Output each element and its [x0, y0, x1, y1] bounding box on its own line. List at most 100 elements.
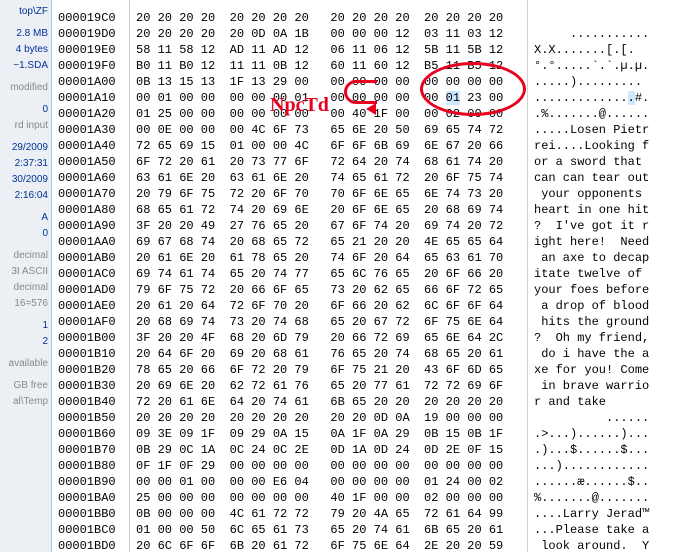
value-zero-2: 0 — [0, 226, 48, 242]
hex-row[interactable]: 00 00 01 00 00 00 E6 04 00 00 00 00 01 2… — [136, 474, 521, 490]
hex-row[interactable]: 0F 1F 0F 29 00 00 00 00 00 00 00 00 00 0… — [136, 458, 521, 474]
address-cell: 00001AB0 — [58, 250, 123, 266]
info-sidebar: top\ZF 2.8 MB 4 bytes ~1.SDA modified 0 … — [0, 0, 52, 552]
ascii-row[interactable]: hits the ground — [534, 314, 693, 330]
ascii-row[interactable]: °.°.....`.`.µ.µ. — [534, 58, 693, 74]
available-label: available — [0, 356, 48, 372]
ascii-row[interactable]: ? Oh my friend, — [534, 330, 693, 346]
address-cell: 00001B00 — [58, 330, 123, 346]
ascii-row[interactable]: do i have the a — [534, 346, 693, 362]
address-cell: 00001B20 — [58, 362, 123, 378]
calc-label: 16=576 — [0, 296, 48, 312]
ascii-row[interactable]: itate twelve of — [534, 266, 693, 282]
decimal-label: decimal — [0, 248, 48, 264]
address-cell: 00001A80 — [58, 202, 123, 218]
hex-row[interactable]: 0B 29 0C 1A 0C 24 0C 2E 0D 1A 0D 24 0D 2… — [136, 442, 521, 458]
address-cell: 000019F0 — [58, 58, 123, 74]
ascii-row[interactable]: can can tear out — [534, 170, 693, 186]
address-cell: 000019E0 — [58, 42, 123, 58]
ascii-row[interactable] — [534, 10, 693, 26]
address-cell: 00001A40 — [58, 138, 123, 154]
ascii-row[interactable]: ..............#. — [534, 90, 693, 106]
ascii-row[interactable]: in brave warrio — [534, 378, 693, 394]
ascii-row[interactable]: an axe to decap — [534, 250, 693, 266]
hex-row[interactable]: 3F 20 20 49 27 76 65 20 67 6F 74 20 69 7… — [136, 218, 521, 234]
temp-label: al\Temp — [0, 394, 48, 410]
hex-row[interactable]: 20 79 6F 75 72 20 6F 70 70 6F 6E 65 6E 7… — [136, 186, 521, 202]
modified-label: modified — [0, 80, 48, 96]
address-column[interactable]: 000019C0000019D0000019E0000019F000001A00… — [52, 0, 130, 552]
hex-row[interactable]: 72 65 69 15 01 00 00 4C 6F 6F 6B 69 6E 6… — [136, 138, 521, 154]
ascii-row[interactable]: ...)............ — [534, 458, 693, 474]
file-name: ~1.SDA — [0, 58, 48, 74]
hex-row[interactable]: 20 20 20 20 20 20 20 20 20 20 0D 0A 19 0… — [136, 410, 521, 426]
hex-column[interactable]: NpcTd 20 20 20 20 20 20 20 20 20 20 20 2… — [130, 0, 528, 552]
address-cell: 00001A20 — [58, 106, 123, 122]
address-cell: 00001AA0 — [58, 234, 123, 250]
ascii-row[interactable]: %.......@....... — [534, 490, 693, 506]
hex-editor-view: top\ZF 2.8 MB 4 bytes ~1.SDA modified 0 … — [0, 0, 699, 552]
address-cell: 00001B40 — [58, 394, 123, 410]
hex-row[interactable]: 69 74 61 74 65 20 74 77 65 6C 76 65 20 6… — [136, 266, 521, 282]
ascii-row[interactable]: .%.......@...... — [534, 106, 693, 122]
annotation-text: NpcTd — [270, 94, 329, 117]
hex-row[interactable]: 09 3E 09 1F 09 29 0A 15 0A 1F 0A 29 0B 1… — [136, 426, 521, 442]
ascii-row[interactable]: rei....Looking f — [534, 138, 693, 154]
ascii-row[interactable]: xe for you! Come — [534, 362, 693, 378]
ascii-row[interactable]: heart in one hit — [534, 202, 693, 218]
hex-row[interactable]: 25 00 00 00 00 00 00 00 40 1F 00 00 02 0… — [136, 490, 521, 506]
ascii-row[interactable]: r and take — [534, 394, 693, 410]
ascii-row[interactable]: .....)......... — [534, 74, 693, 90]
ascii-row[interactable]: ? I've got it r — [534, 218, 693, 234]
ascii-row[interactable]: ...... — [534, 410, 693, 426]
hex-row[interactable]: 3F 20 20 4F 68 20 6D 79 20 66 72 69 65 6… — [136, 330, 521, 346]
annotation-arrow — [344, 80, 377, 104]
ascii-row[interactable]: ....Larry Jerad™ — [534, 506, 693, 522]
ascii-row[interactable]: a drop of blood — [534, 298, 693, 314]
selected-ascii: . — [628, 91, 635, 105]
hex-row[interactable]: 63 61 6E 20 63 61 6E 20 74 65 61 72 20 6… — [136, 170, 521, 186]
hex-row[interactable]: 69 67 68 74 20 68 65 72 65 21 20 20 4E 6… — [136, 234, 521, 250]
hex-row[interactable]: 00 0E 00 00 00 4C 6F 73 65 6E 20 50 69 6… — [136, 122, 521, 138]
hex-row[interactable]: 0B 00 00 00 4C 61 72 72 79 20 4A 65 72 6… — [136, 506, 521, 522]
time-1: 2:37:31 — [0, 156, 48, 172]
hex-row[interactable]: 72 20 61 6E 64 20 74 61 6B 65 20 20 20 2… — [136, 394, 521, 410]
hex-row[interactable]: 20 61 20 64 72 6F 70 20 6F 66 20 62 6C 6… — [136, 298, 521, 314]
address-cell: 00001A50 — [58, 154, 123, 170]
hex-row[interactable]: 20 64 6F 20 69 20 68 61 76 65 20 74 68 6… — [136, 346, 521, 362]
hex-row[interactable]: 20 68 69 74 73 20 74 68 65 20 67 72 6F 7… — [136, 314, 521, 330]
hex-row[interactable]: 20 20 20 20 20 20 20 20 20 20 20 20 20 2… — [136, 10, 521, 26]
hex-row[interactable]: 58 11 58 12 AD 11 AD 12 06 11 06 12 5B 1… — [136, 42, 521, 58]
ascii-row[interactable]: ight here! Need — [534, 234, 693, 250]
ascii-row[interactable]: .>...)......)... — [534, 426, 693, 442]
ascii-row[interactable]: ...Please take a — [534, 522, 693, 538]
hex-row[interactable]: 68 65 61 72 74 20 69 6E 20 6F 6E 65 20 6… — [136, 202, 521, 218]
hex-row[interactable]: 6F 72 20 61 20 73 77 6F 72 64 20 74 68 6… — [136, 154, 521, 170]
hex-row[interactable]: 20 20 20 20 20 0D 0A 1B 00 00 00 12 03 1… — [136, 26, 521, 42]
ascii-row[interactable]: your opponents — [534, 186, 693, 202]
address-cell: 00001A10 — [58, 90, 123, 106]
ascii-row[interactable]: ........... — [534, 26, 693, 42]
ascii-row[interactable]: X.X.­.­.....[.[. — [534, 42, 693, 58]
hex-row[interactable]: 78 65 20 66 6F 72 20 79 6F 75 21 20 43 6… — [136, 362, 521, 378]
decimal-label-2: decimal — [0, 280, 48, 296]
hex-row[interactable]: 20 61 6E 20 61 78 65 20 74 6F 20 64 65 6… — [136, 250, 521, 266]
address-cell: 000019C0 — [58, 10, 123, 26]
address-cell: 00001B30 — [58, 378, 123, 394]
ascii-row[interactable]: or a sword that — [534, 154, 693, 170]
file-path: top\ZF — [0, 4, 48, 20]
date-1: 29/2009 — [0, 140, 48, 156]
ascii-column[interactable]: ...........X.X.­.­.....[.[.°.°.....`.`.µ… — [528, 0, 699, 552]
hex-row[interactable]: 01 00 00 50 6C 65 61 73 65 20 74 61 6B 6… — [136, 522, 521, 538]
ascii-row[interactable]: .)...$......$... — [534, 442, 693, 458]
hex-row[interactable]: 79 6F 75 72 20 66 6F 65 73 20 62 65 66 6… — [136, 282, 521, 298]
value-two: 2 — [0, 334, 48, 350]
ascii-row[interactable]: your foes before — [534, 282, 693, 298]
address-cell: 00001BB0 — [58, 506, 123, 522]
ascii-row[interactable]: ......æ......$.. — [534, 474, 693, 490]
hex-row[interactable]: 20 69 6E 20 62 72 61 76 65 20 77 61 72 7… — [136, 378, 521, 394]
address-cell: 00001AC0 — [58, 266, 123, 282]
ascii-row[interactable]: .....Losen Pietr — [534, 122, 693, 138]
address-cell: 00001A90 — [58, 218, 123, 234]
value-one: 1 — [0, 318, 48, 334]
